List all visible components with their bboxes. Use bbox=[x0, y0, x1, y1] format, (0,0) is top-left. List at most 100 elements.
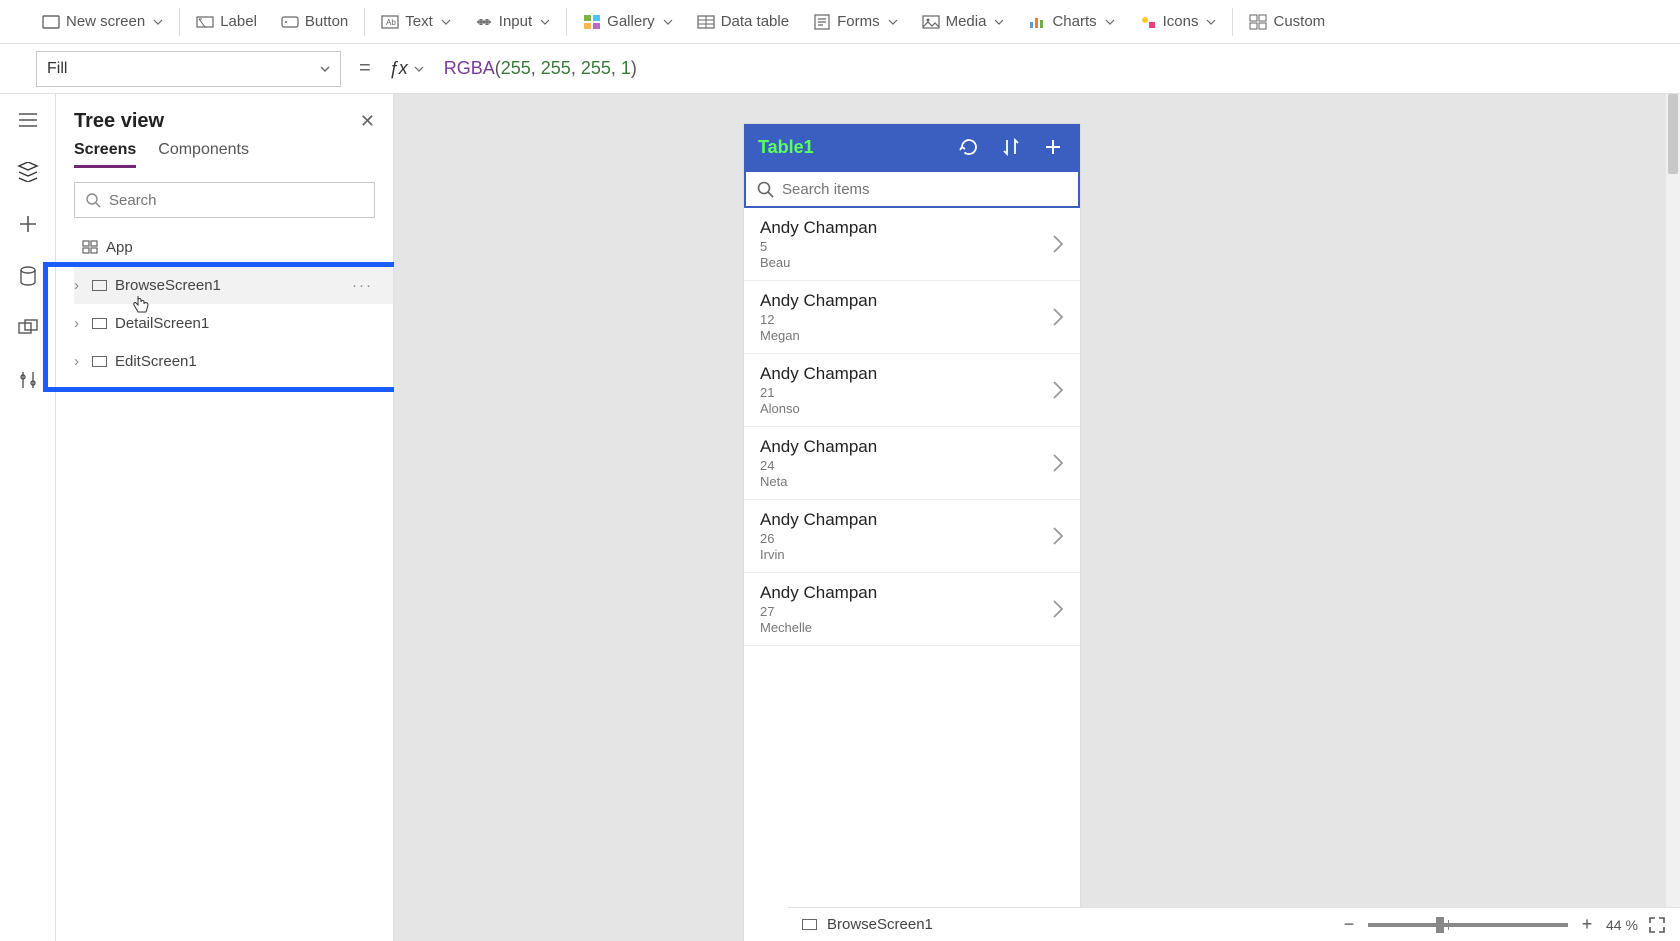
tree-view-title: Tree view bbox=[74, 110, 164, 133]
app-search-input[interactable] bbox=[782, 181, 1068, 198]
chevron-down-icon bbox=[441, 19, 451, 25]
ribbon-text[interactable]: Ab Text bbox=[369, 0, 463, 43]
separator bbox=[179, 8, 180, 36]
item-title: Andy Champan bbox=[760, 291, 877, 311]
formula-arg-2: 255 bbox=[581, 58, 611, 78]
property-selector[interactable]: Fill bbox=[36, 51, 341, 87]
chevron-down-icon bbox=[1105, 19, 1115, 25]
insert-ribbon: New screen Label Button Ab Text Input Ga… bbox=[0, 0, 1680, 44]
chevron-down-icon bbox=[1206, 19, 1216, 25]
button-icon bbox=[281, 13, 299, 31]
list-item[interactable]: Andy Champan 5 Beau bbox=[744, 208, 1080, 281]
tree-node-app[interactable]: App bbox=[74, 228, 393, 266]
left-rail bbox=[0, 94, 56, 941]
tree-node-editscreen1[interactable]: › EditScreen1 bbox=[74, 342, 393, 380]
zoom-out-button[interactable]: − bbox=[1340, 914, 1358, 935]
chevron-right-icon[interactable] bbox=[1052, 234, 1064, 254]
tree-node-app-label: App bbox=[106, 239, 133, 256]
ribbon-gallery[interactable]: Gallery bbox=[571, 0, 685, 43]
separator bbox=[364, 8, 365, 36]
list-item[interactable]: Andy Champan 21 Alonso bbox=[744, 354, 1080, 427]
canvas-area[interactable]: Table1 Andy Champan 5 bbox=[394, 94, 1680, 941]
media-rail-icon[interactable] bbox=[16, 316, 40, 340]
item-title: Andy Champan bbox=[760, 218, 877, 238]
formula-bar: Fill = ƒx RGBA(255, 255, 255, 1) bbox=[0, 44, 1680, 94]
chevron-right-icon[interactable]: › bbox=[74, 277, 84, 294]
insert-icon[interactable] bbox=[16, 212, 40, 236]
formula-arg-3: 1 bbox=[621, 58, 631, 78]
screen-icon bbox=[92, 318, 107, 329]
app-header: Table1 bbox=[744, 124, 1080, 170]
chevron-down-icon bbox=[414, 66, 424, 72]
ribbon-button[interactable]: Button bbox=[269, 0, 360, 43]
screen-icon bbox=[92, 280, 107, 291]
fx-button[interactable]: ƒx bbox=[389, 58, 424, 79]
chevron-down-icon bbox=[153, 19, 163, 25]
chevron-right-icon[interactable]: › bbox=[74, 315, 84, 332]
tree-tabs: Screens Components bbox=[56, 141, 393, 176]
ribbon-custom[interactable]: Custom bbox=[1237, 0, 1337, 43]
chevron-right-icon[interactable] bbox=[1052, 380, 1064, 400]
formula-input[interactable]: RGBA(255, 255, 255, 1) bbox=[434, 54, 1680, 83]
custom-icon bbox=[1249, 13, 1267, 31]
ribbon-input[interactable]: Input bbox=[463, 0, 562, 43]
screen-icon bbox=[802, 919, 817, 930]
zoom-in-button[interactable]: + bbox=[1578, 914, 1596, 935]
formula-func: RGBA bbox=[444, 58, 495, 78]
fit-to-window-icon[interactable] bbox=[1648, 916, 1666, 934]
input-icon bbox=[475, 13, 493, 31]
list-item[interactable]: Andy Champan 26 Irvin bbox=[744, 500, 1080, 573]
ribbon-media[interactable]: Media bbox=[910, 0, 1017, 43]
tab-components[interactable]: Components bbox=[158, 141, 249, 168]
tree-search[interactable] bbox=[74, 182, 375, 218]
sort-icon[interactable] bbox=[998, 134, 1024, 160]
vertical-scrollbar[interactable] bbox=[1666, 94, 1680, 941]
item-subtitle2: Neta bbox=[760, 474, 877, 489]
item-subtitle2: Mechelle bbox=[760, 620, 877, 635]
separator bbox=[566, 8, 567, 36]
item-subtitle2: Megan bbox=[760, 328, 877, 343]
ribbon-label[interactable]: Label bbox=[184, 0, 269, 43]
datatable-icon bbox=[697, 13, 715, 31]
close-icon[interactable]: ✕ bbox=[360, 111, 375, 132]
data-icon[interactable] bbox=[16, 264, 40, 288]
tab-screens[interactable]: Screens bbox=[74, 141, 136, 168]
item-subtitle1: 24 bbox=[760, 458, 877, 473]
search-icon bbox=[756, 180, 774, 198]
ribbon-icons[interactable]: Icons bbox=[1127, 0, 1229, 43]
list-item[interactable]: Andy Champan 27 Mechelle bbox=[744, 573, 1080, 646]
chevron-right-icon[interactable] bbox=[1052, 453, 1064, 473]
chevron-right-icon[interactable] bbox=[1052, 526, 1064, 546]
ribbon-charts-label: Charts bbox=[1052, 13, 1096, 30]
chevron-right-icon[interactable] bbox=[1052, 307, 1064, 327]
tree-view-icon[interactable] bbox=[16, 160, 40, 184]
tree-search-input[interactable] bbox=[109, 192, 364, 209]
list-item[interactable]: Andy Champan 12 Megan bbox=[744, 281, 1080, 354]
hamburger-icon[interactable] bbox=[16, 108, 40, 132]
advanced-tools-icon[interactable] bbox=[16, 368, 40, 392]
app-icon bbox=[82, 240, 98, 254]
zoom-value: 44 bbox=[1606, 917, 1622, 933]
chevron-right-icon[interactable] bbox=[1052, 599, 1064, 619]
ribbon-new-screen[interactable]: New screen bbox=[30, 0, 175, 43]
ribbon-charts[interactable]: Charts bbox=[1016, 0, 1126, 43]
status-selected-name: BrowseScreen1 bbox=[827, 916, 1330, 933]
list-item[interactable]: Andy Champan 24 Neta bbox=[744, 427, 1080, 500]
tree-node-browsescreen1[interactable]: › BrowseScreen1 ··· bbox=[74, 266, 393, 304]
tree-node-label: DetailScreen1 bbox=[115, 315, 209, 332]
add-icon[interactable] bbox=[1040, 134, 1066, 160]
tree-node-detailscreen1[interactable]: › DetailScreen1 bbox=[74, 304, 393, 342]
zoom-slider[interactable] bbox=[1368, 923, 1568, 927]
ribbon-forms[interactable]: Forms bbox=[801, 0, 910, 43]
ribbon-text-label: Text bbox=[405, 13, 433, 30]
ribbon-data-table[interactable]: Data table bbox=[685, 0, 801, 43]
label-icon bbox=[196, 13, 214, 31]
forms-icon bbox=[813, 13, 831, 31]
chevron-right-icon[interactable]: › bbox=[74, 353, 84, 370]
app-search-bar[interactable] bbox=[744, 170, 1080, 208]
separator bbox=[1232, 8, 1233, 36]
item-title: Andy Champan bbox=[760, 583, 877, 603]
more-options-icon[interactable]: ··· bbox=[352, 277, 373, 294]
refresh-icon[interactable] bbox=[956, 134, 982, 160]
charts-icon bbox=[1028, 13, 1046, 31]
